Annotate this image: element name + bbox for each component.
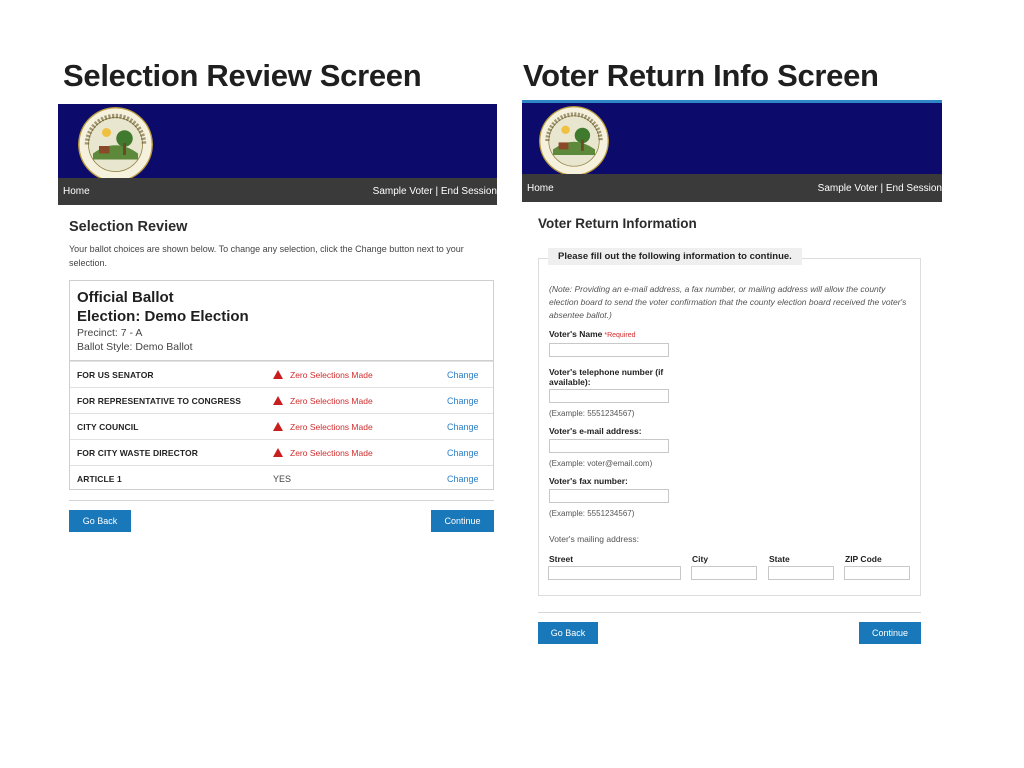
phone-label: Voter's telephone number (if available):: [549, 367, 664, 387]
ballot-summary: Official Ballot Election: Demo Election …: [69, 280, 494, 490]
contest-row: FOR US SENATOR Zero Selections Made Chan…: [70, 361, 493, 387]
zip-label: ZIP Code: [845, 554, 882, 564]
instructions-text: Your ballot choices are shown below. To …: [69, 244, 464, 268]
phone-example: (Example: 5551234567): [549, 409, 635, 418]
divider: [538, 612, 921, 613]
fax-label: Voter's fax number:: [549, 476, 628, 486]
street-label: Street: [549, 554, 574, 564]
zip-input[interactable]: [844, 566, 910, 580]
ballot-style-text: Ballot Style: Demo Ballot: [77, 341, 193, 353]
contest-row: FOR CITY WASTE DIRECTOR Zero Selections …: [70, 439, 493, 465]
nav-user-menu[interactable]: Sample Voter | End Session: [373, 186, 497, 197]
ballot-title: Official Ballot: [77, 289, 174, 306]
nav-user-menu[interactable]: Sample Voter | End Session: [818, 183, 942, 194]
ballot-header: Official Ballot Election: Demo Election …: [70, 281, 493, 361]
city-input[interactable]: [691, 566, 757, 580]
change-link[interactable]: Change: [447, 448, 479, 458]
change-link[interactable]: Change: [447, 370, 479, 380]
selection-status: Zero Selections Made: [273, 370, 373, 380]
state-label: State: [769, 554, 790, 564]
status-text: Zero Selections Made: [290, 369, 373, 380]
contest-row: CITY COUNCIL Zero Selections Made Change: [70, 413, 493, 439]
selection-status: Zero Selections Made: [273, 422, 373, 432]
top-nav-bar: Home Sample Voter | End Session: [522, 174, 942, 202]
go-back-button[interactable]: Go Back: [69, 510, 131, 532]
warning-icon: [273, 422, 283, 431]
email-label: Voter's e-mail address:: [549, 426, 642, 436]
continue-button[interactable]: Continue: [859, 622, 921, 644]
state-seal-icon: [539, 106, 609, 176]
divider: [69, 500, 494, 501]
phone-input[interactable]: [549, 389, 669, 403]
selection-status: Zero Selections Made: [273, 396, 373, 406]
city-label: City: [692, 554, 709, 564]
change-link[interactable]: Change: [447, 396, 479, 406]
status-text: Zero Selections Made: [290, 447, 373, 458]
name-label-text: Voter's Name: [549, 329, 603, 339]
status-text: Zero Selections Made: [290, 395, 373, 406]
voter-return-info-screenshot: Home Sample Voter | End Session Voter Re…: [522, 100, 942, 650]
contest-name: FOR US SENATOR: [77, 369, 154, 380]
site-banner: [58, 104, 497, 182]
email-example: (Example: voter@email.com): [549, 459, 653, 468]
form-note: (Note: Providing an e-mail address, a fa…: [549, 284, 907, 320]
email-input[interactable]: [549, 439, 669, 453]
contest-name: CITY COUNCIL: [77, 421, 139, 432]
required-marker: *Required: [604, 332, 636, 339]
change-link[interactable]: Change: [447, 474, 479, 484]
page-title: Voter Return Information: [538, 216, 697, 231]
election-name: Election: Demo Election: [77, 308, 249, 325]
fax-input[interactable]: [549, 489, 669, 503]
status-text: Zero Selections Made: [290, 421, 373, 432]
form-legend: Please fill out the following informatio…: [548, 248, 802, 265]
voter-name-input[interactable]: [549, 343, 669, 357]
fax-example: (Example: 5551234567): [549, 509, 635, 518]
name-label: Voter's Name *Required: [549, 329, 636, 341]
mailing-address-label: Voter's mailing address:: [549, 534, 639, 544]
contest-name: ARTICLE 1: [77, 473, 122, 484]
change-link[interactable]: Change: [447, 422, 479, 432]
top-nav-bar: Home Sample Voter | End Session: [58, 178, 497, 205]
contest-name: FOR CITY WASTE DIRECTOR: [77, 447, 198, 458]
contest-row: ARTICLE 1 YES Change: [70, 465, 493, 491]
state-input[interactable]: [768, 566, 834, 580]
state-seal-icon: [78, 107, 153, 182]
nav-home-link[interactable]: Home: [527, 183, 554, 194]
contest-row: FOR REPRESENTATIVE TO CONGRESS Zero Sele…: [70, 387, 493, 413]
street-input[interactable]: [548, 566, 681, 580]
selection-status: Zero Selections Made: [273, 448, 373, 458]
warning-icon: [273, 396, 283, 405]
continue-button[interactable]: Continue: [431, 510, 494, 532]
precinct-text: Precinct: 7 - A: [77, 327, 143, 339]
warning-icon: [273, 370, 283, 379]
selection-review-screenshot: Home Sample Voter | End Session Selectio…: [58, 104, 497, 544]
nav-home-link[interactable]: Home: [63, 186, 90, 197]
selection-status: YES: [273, 473, 292, 484]
page-title: Selection Review: [69, 219, 188, 235]
contest-name: FOR REPRESENTATIVE TO CONGRESS: [77, 395, 242, 406]
slide-title-selection-review: Selection Review Screen: [63, 58, 422, 93]
site-banner: [522, 103, 942, 176]
go-back-button[interactable]: Go Back: [538, 622, 598, 644]
slide-title-voter-return-info: Voter Return Info Screen: [523, 58, 879, 93]
warning-icon: [273, 448, 283, 457]
voter-info-form: Please fill out the following informatio…: [538, 248, 921, 596]
